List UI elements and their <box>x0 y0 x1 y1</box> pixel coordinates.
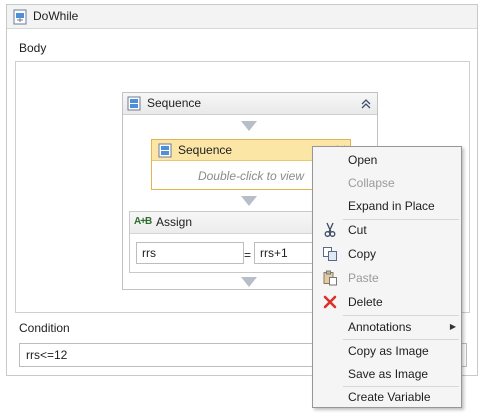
menu-item-annotations[interactable]: Annotations ▶ <box>314 316 460 338</box>
nested-sequence-title: Sequence <box>178 143 233 157</box>
delete-icon <box>323 295 337 309</box>
dowhile-header[interactable]: DoWhile <box>7 5 477 29</box>
dowhile-title: DoWhile <box>33 9 79 23</box>
menu-item-open[interactable]: Open <box>314 149 460 171</box>
menu-item-label: Copy <box>348 247 377 261</box>
drop-arrow-icon[interactable] <box>241 121 257 131</box>
menu-item-paste[interactable]: Paste <box>314 267 460 289</box>
menu-item-create-variable[interactable]: Create Variable <box>314 386 460 408</box>
assign-title: Assign <box>156 215 193 229</box>
context-menu: Open Collapse Expand in Place Cut Copy P… <box>312 146 462 408</box>
menu-item-label: Delete <box>348 295 383 309</box>
menu-item-label: Collapse <box>348 176 395 190</box>
menu-item-expand-in-place[interactable]: Expand in Place <box>314 195 460 217</box>
menu-item-copy-as-image[interactable]: Copy as Image <box>314 340 460 362</box>
dowhile-icon <box>13 9 27 25</box>
sequence-header[interactable]: Sequence <box>123 93 377 115</box>
menu-item-label: Annotations <box>348 320 412 334</box>
menu-item-label: Create Variable <box>348 390 431 404</box>
menu-item-label: Copy as Image <box>348 344 429 358</box>
equals-sign: = <box>244 248 252 262</box>
assign-icon: A+B <box>134 216 152 227</box>
copy-icon <box>323 247 337 261</box>
scissors-icon <box>324 222 336 237</box>
menu-item-label: Save as Image <box>348 367 429 381</box>
menu-item-copy[interactable]: Copy <box>314 243 460 265</box>
drop-arrow-icon[interactable] <box>241 196 257 206</box>
condition-label: Condition <box>19 321 70 335</box>
menu-item-label: Expand in Place <box>348 199 435 213</box>
menu-item-collapse[interactable]: Collapse <box>314 172 460 194</box>
paste-icon <box>323 270 337 286</box>
body-label: Body <box>19 41 47 55</box>
menu-item-label: Cut <box>348 223 367 237</box>
menu-item-delete[interactable]: Delete <box>314 291 460 313</box>
sequence-icon <box>158 143 172 158</box>
menu-item-label: Open <box>348 153 378 167</box>
sequence-title: Sequence <box>147 96 202 110</box>
drop-arrow-icon[interactable] <box>241 277 257 287</box>
sequence-icon <box>127 96 141 111</box>
assign-to-field[interactable]: rrs <box>136 242 244 264</box>
menu-item-save-as-image[interactable]: Save as Image <box>314 363 460 385</box>
collapse-chevrons-icon[interactable] <box>357 95 375 113</box>
submenu-arrow-icon: ▶ <box>449 322 456 331</box>
menu-item-cut[interactable]: Cut <box>314 219 460 241</box>
menu-item-label: Paste <box>348 271 379 285</box>
